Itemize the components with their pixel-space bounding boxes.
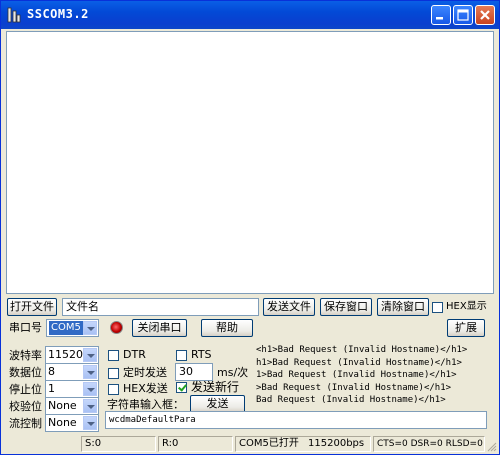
- port-status-led-icon: [110, 321, 123, 334]
- app-icon: [7, 7, 21, 23]
- sent-count: S:0: [81, 436, 156, 452]
- receive-line: Bad Request (Invalid Hostname)</h1>: [256, 395, 446, 406]
- receive-line: >Bad Request (Invalid Hostname)</h1>: [256, 382, 452, 393]
- rts-label: RTS: [191, 348, 212, 361]
- data-bits-label: 数据位: [9, 366, 42, 379]
- port-label: 串口号: [9, 321, 42, 334]
- hex-display-label: HEX显示: [446, 301, 487, 312]
- help-button[interactable]: 帮助: [201, 319, 253, 337]
- flow-control-value: None: [48, 416, 77, 429]
- expand-button[interactable]: 扩展: [447, 319, 485, 337]
- file-name-input[interactable]: 文件名: [62, 298, 259, 316]
- close-port-button[interactable]: 关闭串口: [132, 319, 187, 337]
- minimize-icon: [436, 17, 443, 20]
- rts-checkbox[interactable]: [176, 350, 187, 361]
- hex-send-label: HEX发送: [123, 382, 168, 395]
- send-file-button[interactable]: 发送文件: [263, 298, 315, 316]
- receive-line: <h1>Bad Request (Invalid Hostname)</h1>: [256, 345, 468, 355]
- open-file-button[interactable]: 打开文件: [7, 298, 57, 316]
- baud-rate-select[interactable]: 115200: [45, 346, 99, 364]
- send-newline-label: 发送新行: [191, 380, 240, 394]
- send-newline-checkbox[interactable]: [176, 382, 187, 393]
- receive-output-area[interactable]: [6, 31, 494, 294]
- stop-bits-label: 停止位: [9, 383, 42, 396]
- resize-grip-icon[interactable]: [486, 441, 497, 452]
- received-count: R:0: [158, 436, 233, 452]
- port-select[interactable]: COM5: [46, 319, 99, 337]
- chevron-down-icon[interactable]: [83, 348, 97, 362]
- receive-line: h1>Bad Request (Invalid Hostname)</h1>: [256, 357, 462, 368]
- maximize-icon: [457, 9, 469, 21]
- port-state: COM5已打开 115200bps 8: [235, 436, 371, 452]
- close-icon: [480, 10, 490, 20]
- close-button[interactable]: [475, 5, 495, 25]
- data-bits-select[interactable]: 8: [45, 363, 99, 381]
- parity-select[interactable]: None: [45, 397, 99, 415]
- title-bar[interactable]: SSCOM3.2: [1, 1, 499, 29]
- hex-send-checkbox[interactable]: [108, 384, 119, 395]
- dtr-checkbox[interactable]: [108, 350, 119, 361]
- data-bits-value: 8: [48, 365, 55, 378]
- receive-preview: <h1>Bad Request (Invalid Hostname)</h1> …: [256, 344, 486, 408]
- send-string-input[interactable]: wcdmaDefaultPara: [105, 411, 487, 429]
- chevron-down-icon[interactable]: [83, 416, 97, 430]
- dtr-label: DTR: [123, 348, 146, 361]
- timed-send-label: 定时发送: [123, 366, 167, 379]
- stop-bits-value: 1: [48, 382, 55, 395]
- port-state-text: COM5已打开: [239, 438, 299, 449]
- chevron-down-icon[interactable]: [83, 399, 97, 413]
- hex-display-checkbox[interactable]: [432, 302, 443, 313]
- receive-line: 1>Bad Request (Invalid Hostname)</h1>: [256, 370, 457, 381]
- flow-control-select[interactable]: None: [45, 414, 99, 432]
- save-window-button[interactable]: 保存窗口: [320, 298, 372, 316]
- line-status: CTS=0 DSR=0 RLSD=0: [373, 436, 485, 452]
- string-input-label: 字符串输入框：: [107, 398, 184, 411]
- status-bar: S:0 R:0 COM5已打开 115200bps 8 CTS=0 DSR=0 …: [1, 434, 499, 454]
- sscom-window: SSCOM3.2 打开文件 文件名 发送文件 保存窗口 清除窗口 HEX显示 串…: [0, 0, 500, 455]
- maximize-button[interactable]: [453, 5, 473, 25]
- parity-label: 校验位: [9, 400, 42, 413]
- port-select-value: COM5: [49, 321, 83, 335]
- chevron-down-icon[interactable]: [83, 382, 97, 396]
- timed-send-checkbox[interactable]: [108, 368, 119, 379]
- baud-rate-label: 波特率: [9, 349, 42, 362]
- chevron-down-icon[interactable]: [83, 321, 97, 335]
- minimize-button[interactable]: [431, 5, 451, 25]
- clear-window-button[interactable]: 清除窗口: [377, 298, 429, 316]
- chevron-down-icon[interactable]: [83, 365, 97, 379]
- flow-control-label: 流控制: [9, 417, 42, 430]
- window-title: SSCOM3.2: [27, 7, 89, 21]
- baud-info: 115200bps: [308, 438, 365, 449]
- send-interval-unit: ms/次: [217, 366, 249, 379]
- stop-bits-select[interactable]: 1: [45, 380, 99, 398]
- send-interval-input[interactable]: 30: [175, 363, 213, 381]
- parity-value: None: [48, 399, 77, 412]
